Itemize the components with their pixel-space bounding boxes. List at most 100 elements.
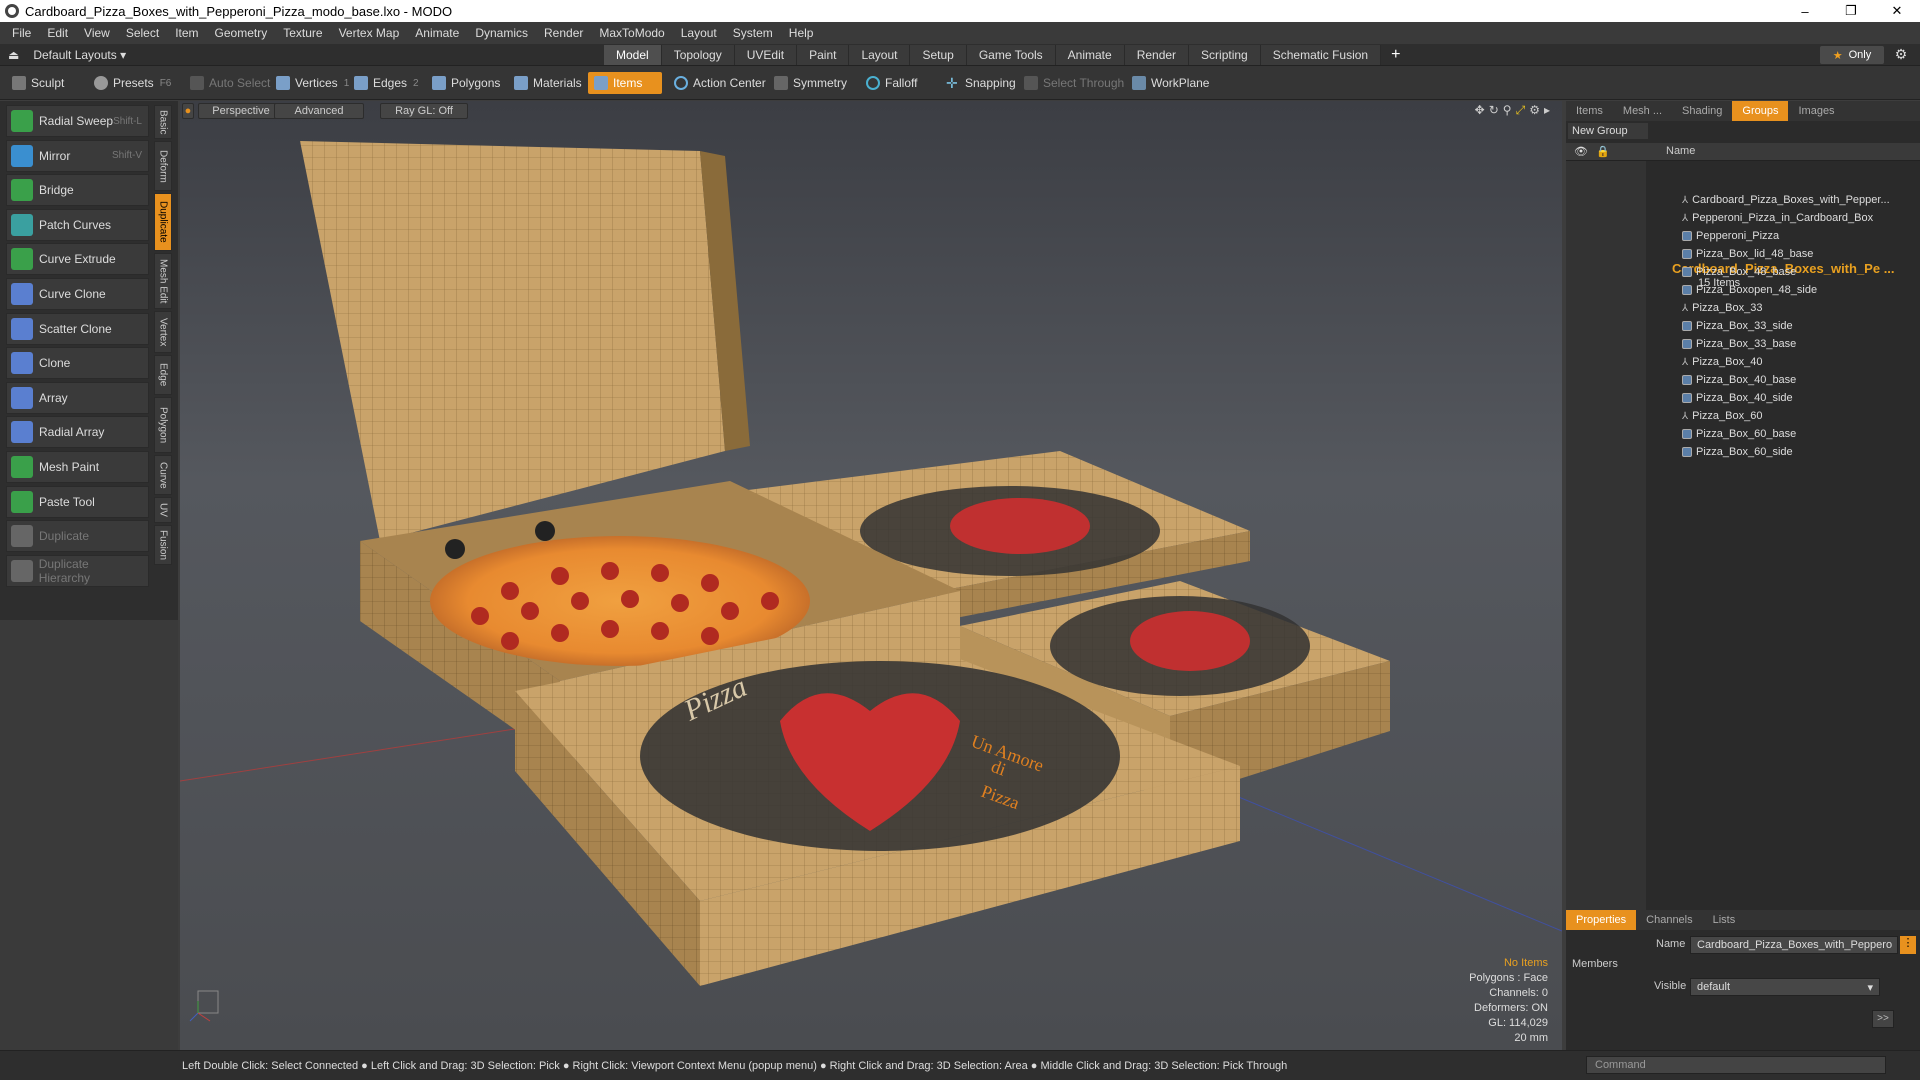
tool-button[interactable]: Paste Tool <box>6 485 149 518</box>
advanced-button[interactable]: Advanced <box>274 103 364 119</box>
presets-button[interactable]: Presets F6 <box>88 72 177 94</box>
3d-viewport[interactable]: ● Perspective Advanced Ray GL: Off ✥ ↻ ⚲… <box>180 101 1562 1050</box>
menu-item[interactable]: MaxToModo <box>591 22 672 44</box>
list-item[interactable]: Pizza_Box_33_side <box>1682 317 1793 335</box>
right-tab[interactable]: Shading <box>1672 101 1732 121</box>
menu-item[interactable]: Dynamics <box>467 22 536 44</box>
list-item[interactable]: ⅄ Pizza_Box_60 <box>1682 407 1762 425</box>
edges-button[interactable]: Edges 2 <box>348 72 425 94</box>
mode-tab[interactable]: Model <box>604 45 662 65</box>
vertices-button[interactable]: Vertices 1 <box>270 72 355 94</box>
list-item[interactable]: Pizza_Box_lid_48_base <box>1682 245 1813 263</box>
menu-item[interactable]: File <box>4 22 39 44</box>
right-tab[interactable]: Items <box>1566 101 1613 121</box>
tool-button[interactable]: Bridge <box>6 174 149 207</box>
right-tab[interactable]: Images <box>1788 101 1844 121</box>
name-options-button[interactable]: ⋮ <box>1900 936 1916 954</box>
tool-button[interactable]: Curve Clone <box>6 278 149 310</box>
properties-tab[interactable]: Lists <box>1703 910 1746 930</box>
visible-select[interactable]: default ▾ <box>1690 978 1880 996</box>
properties-tab[interactable]: Channels <box>1636 910 1702 930</box>
materials-button[interactable]: Materials <box>508 72 588 94</box>
tool-button[interactable]: Duplicate Hierarchy <box>6 554 149 587</box>
gear-icon[interactable]: ⚙ <box>1892 46 1910 64</box>
list-item[interactable]: Pizza_Box_48_base <box>1682 263 1796 281</box>
side-tab[interactable]: Duplicate <box>154 193 172 251</box>
mode-tab[interactable]: Topology <box>661 45 735 65</box>
menu-item[interactable]: Vertex Map <box>331 22 408 44</box>
viewport-gear-icon[interactable]: ⚙ <box>1529 103 1540 118</box>
tool-button[interactable]: Mesh Paint <box>6 451 149 483</box>
list-item[interactable]: Pizza_Box_60_base <box>1682 425 1796 443</box>
tool-button[interactable]: Duplicate <box>6 520 149 553</box>
raygl-button[interactable]: Ray GL: Off <box>380 103 468 119</box>
menu-item[interactable]: Geometry <box>207 22 276 44</box>
action-center-button[interactable]: Action Center <box>668 72 772 94</box>
list-item[interactable]: Pizza_Box_40_base <box>1682 371 1796 389</box>
name-field[interactable]: Cardboard_Pizza_Boxes_with_Peppero <box>1690 936 1898 954</box>
expand-arrow-icon[interactable]: ▸ <box>1544 103 1550 118</box>
menu-item[interactable]: Edit <box>39 22 76 44</box>
right-tab[interactable]: Groups <box>1732 101 1789 121</box>
list-item[interactable]: ⅄ Pizza_Box_40 <box>1682 353 1762 371</box>
add-tab-button[interactable]: + <box>1381 45 1410 65</box>
side-tab[interactable]: Curve <box>154 455 172 495</box>
menu-item[interactable]: Help <box>781 22 822 44</box>
polygons-button[interactable]: Polygons <box>426 72 506 94</box>
properties-tab[interactable]: Properties <box>1566 910 1637 930</box>
menu-item[interactable]: Texture <box>275 22 330 44</box>
close-button[interactable]: ✕ <box>1874 0 1920 22</box>
side-tab[interactable]: Edge <box>154 355 172 395</box>
new-group-button[interactable]: New Group <box>1568 123 1648 139</box>
restore-button[interactable]: ❐ <box>1828 0 1874 22</box>
menu-item[interactable]: Item <box>167 22 206 44</box>
mode-tab[interactable]: Setup <box>910 45 967 65</box>
tool-button[interactable]: Mirror Shift-V <box>6 139 149 172</box>
lock-icon[interactable]: 🔒 <box>1596 145 1610 158</box>
command-input[interactable]: Command <box>1586 1056 1886 1074</box>
tool-button[interactable]: Radial Array <box>6 416 149 449</box>
pan-icon[interactable]: ✥ <box>1475 103 1485 118</box>
side-tab[interactable]: Deform <box>154 141 172 191</box>
rotate-icon[interactable]: ↻ <box>1489 103 1499 118</box>
side-tab[interactable]: Fusion <box>154 525 172 565</box>
list-item[interactable]: ⅄ Pizza_Box_33 <box>1682 299 1762 317</box>
name-column-header[interactable]: Name <box>1666 145 1695 157</box>
mode-tab[interactable]: Game Tools <box>966 45 1056 65</box>
list-item[interactable]: Pizza_Boxopen_48_side <box>1682 281 1817 299</box>
list-item[interactable]: Pizza_Box_60_side <box>1682 443 1793 461</box>
right-tab[interactable]: Mesh ... <box>1613 101 1672 121</box>
tool-button[interactable]: Clone <box>6 347 149 380</box>
mode-tab[interactable]: Paint <box>797 45 850 65</box>
menu-item[interactable]: System <box>725 22 781 44</box>
side-tab[interactable]: Polygon <box>154 397 172 453</box>
menu-item[interactable]: Render <box>536 22 591 44</box>
tool-button[interactable]: Array <box>6 381 149 414</box>
only-toggle[interactable]: ★ Only <box>1820 46 1884 64</box>
list-item[interactable]: Pizza_Box_40_side <box>1682 389 1793 407</box>
minimize-button[interactable]: – <box>1782 0 1828 22</box>
menu-item[interactable]: Select <box>118 22 167 44</box>
layouts-dropdown[interactable]: ⏏ Default Layouts ▾ <box>8 44 126 66</box>
items-button[interactable]: Items <box>588 72 662 94</box>
list-item[interactable]: Pepperoni_Pizza <box>1682 227 1779 245</box>
mode-tab[interactable]: Schematic Fusion <box>1260 45 1382 65</box>
menu-item[interactable]: Animate <box>407 22 467 44</box>
mode-tab[interactable]: Scripting <box>1189 45 1261 65</box>
zoom-icon[interactable]: ⚲ <box>1503 103 1512 118</box>
eye-icon[interactable]: 👁 <box>1574 145 1588 158</box>
tool-button[interactable]: Scatter Clone <box>6 312 149 345</box>
mode-tab[interactable]: Animate <box>1055 45 1125 65</box>
list-item[interactable]: ⅄ Pepperoni_Pizza_in_Cardboard_Box <box>1682 209 1873 227</box>
viewport-menu-icon[interactable]: ● <box>182 103 194 119</box>
list-item[interactable]: Pizza_Box_33_base <box>1682 335 1796 353</box>
perspective-button[interactable]: Perspective <box>198 103 284 119</box>
fit-icon[interactable]: ⤢ <box>1516 103 1526 118</box>
symmetry-button[interactable]: Symmetry <box>768 72 853 94</box>
tool-button[interactable]: Patch Curves <box>6 208 149 241</box>
mode-tab[interactable]: Layout <box>849 45 911 65</box>
menu-item[interactable]: View <box>76 22 118 44</box>
more-button[interactable]: >> <box>1872 1010 1894 1028</box>
tool-button[interactable]: Curve Extrude <box>6 243 149 276</box>
tool-button[interactable]: Radial Sweep Shift-L <box>6 105 149 137</box>
